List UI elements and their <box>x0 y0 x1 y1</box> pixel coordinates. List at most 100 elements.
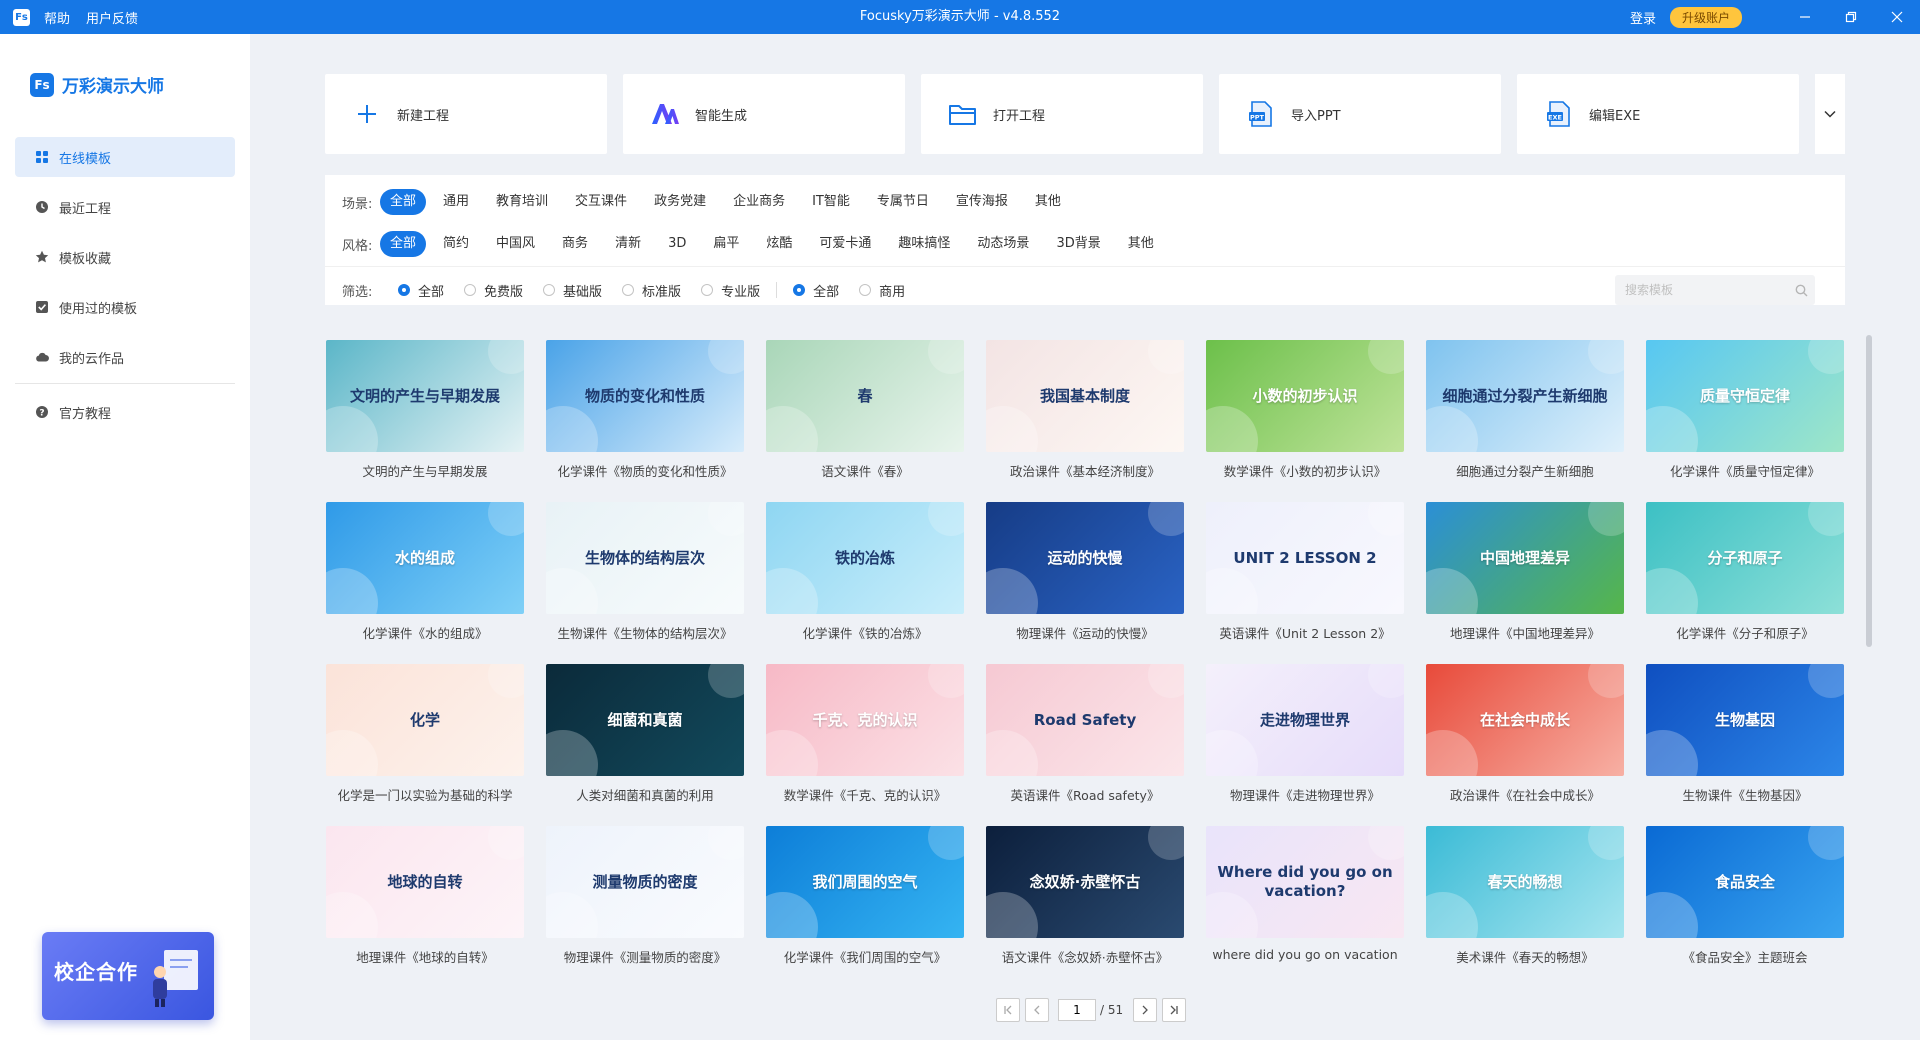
scene-chip-education[interactable]: 教育培训 <box>486 189 558 215</box>
scene-chip-it[interactable]: IT智能 <box>802 189 860 215</box>
version-radio-pro[interactable]: 专业版 <box>701 281 760 300</box>
template-thumbnail[interactable]: 物质的变化和性质 <box>546 340 744 452</box>
template-thumbnail[interactable]: 测量物质的密度 <box>546 826 744 938</box>
template-thumbnail[interactable]: 千克、克的认识 <box>766 664 964 776</box>
template-thumbnail[interactable]: 地球的自转 <box>326 826 524 938</box>
template-thumbnail[interactable]: 文明的产生与早期发展 <box>326 340 524 452</box>
sidebar-item-online-templates[interactable]: 在线模板 <box>15 137 235 177</box>
template-card[interactable]: 春天的畅想 美术课件《春天的畅想》 <box>1426 826 1624 988</box>
upgrade-button[interactable]: 升级账户 <box>1669 6 1742 28</box>
template-thumbnail[interactable]: 中国地理差异 <box>1426 502 1624 614</box>
template-thumbnail[interactable]: 春天的畅想 <box>1426 826 1624 938</box>
template-thumbnail[interactable]: 分子和原子 <box>1646 502 1844 614</box>
style-chip-funny[interactable]: 趣味搞怪 <box>888 231 960 257</box>
template-card[interactable]: 小数的初步认识 数学课件《小数的初步认识》 <box>1206 340 1404 502</box>
template-card[interactable]: 春语文课件《春》 <box>766 340 964 502</box>
scene-chip-general[interactable]: 通用 <box>433 189 479 215</box>
ai-generate-button[interactable]: 智能生成 <box>623 74 905 154</box>
sidebar-item-tutorials[interactable]: ? 官方教程 <box>15 392 235 432</box>
template-card[interactable]: 运动的快慢 物理课件《运动的快慢》 <box>986 502 1184 664</box>
template-card[interactable]: 我国基本制度 政治课件《基本经济制度》 <box>986 340 1184 502</box>
template-card[interactable]: 地球的自转 地理课件《地球的自转》 <box>326 826 524 988</box>
template-thumbnail[interactable]: 化学 <box>326 664 524 776</box>
template-thumbnail[interactable]: 细胞通过分裂产生新细胞 <box>1426 340 1624 452</box>
template-card[interactable]: 细菌和真菌 人类对细菌和真菌的利用 <box>546 664 744 826</box>
template-card[interactable]: 走进物理世界 物理课件《走进物理世界》 <box>1206 664 1404 826</box>
scene-chip-business[interactable]: 企业商务 <box>723 189 795 215</box>
version-radio-all[interactable]: 全部 <box>398 281 444 300</box>
scrollbar-thumb[interactable] <box>1866 335 1872 647</box>
edit-exe-button[interactable]: EXE 编辑EXE <box>1517 74 1799 154</box>
template-thumbnail[interactable]: 生物基因 <box>1646 664 1844 776</box>
usage-radio-all[interactable]: 全部 <box>793 281 839 300</box>
help-menu[interactable]: 帮助 <box>44 8 70 27</box>
sidebar-item-used-templates[interactable]: 使用过的模板 <box>15 287 235 327</box>
style-chip-3d-background[interactable]: 3D背景 <box>1046 231 1110 257</box>
template-thumbnail[interactable]: 水的组成 <box>326 502 524 614</box>
template-card[interactable]: UNIT 2 LESSON 2 英语课件《Unit 2 Lesson 2》 <box>1206 502 1404 664</box>
template-card[interactable]: 生物基因 生物课件《生物基因》 <box>1646 664 1844 826</box>
style-chip-fresh[interactable]: 清新 <box>605 231 651 257</box>
template-thumbnail[interactable]: 我们周围的空气 <box>766 826 964 938</box>
last-page-button[interactable] <box>1162 998 1187 1022</box>
open-project-button[interactable]: 打开工程 <box>921 74 1203 154</box>
template-thumbnail[interactable]: 念奴娇·赤壁怀古 <box>986 826 1184 938</box>
import-ppt-button[interactable]: PPT 导入PPT <box>1219 74 1501 154</box>
style-chip-business[interactable]: 商务 <box>552 231 598 257</box>
first-page-button[interactable] <box>996 998 1020 1022</box>
login-button[interactable]: 登录 <box>1630 8 1656 27</box>
template-thumbnail[interactable]: 在社会中成长 <box>1426 664 1624 776</box>
style-chip-chinese[interactable]: 中国风 <box>486 231 545 257</box>
template-thumbnail[interactable]: UNIT 2 LESSON 2 <box>1206 502 1404 614</box>
template-card[interactable]: 质量守恒定律 化学课件《质量守恒定律》 <box>1646 340 1844 502</box>
scene-chip-government[interactable]: 政务党建 <box>644 189 716 215</box>
template-card[interactable]: Road Safety 英语课件《Road safety》 <box>986 664 1184 826</box>
style-chip-simple[interactable]: 简约 <box>433 231 479 257</box>
template-thumbnail[interactable]: 生物体的结构层次 <box>546 502 744 614</box>
template-thumbnail[interactable]: 走进物理世界 <box>1206 664 1404 776</box>
template-card[interactable]: 生物体的结构层次 生物课件《生物体的结构层次》 <box>546 502 744 664</box>
new-project-button[interactable]: 新建工程 <box>325 74 607 154</box>
version-radio-standard[interactable]: 标准版 <box>622 281 681 300</box>
search-input[interactable] <box>1623 282 1787 298</box>
usage-radio-commercial[interactable]: 商用 <box>859 281 905 300</box>
style-chip-flat[interactable]: 扁平 <box>703 231 749 257</box>
restore-button[interactable] <box>1828 0 1874 34</box>
template-card[interactable]: 食品安全 《食品安全》主题班会 <box>1646 826 1844 988</box>
template-card[interactable]: 中国地理差异 地理课件《中国地理差异》 <box>1426 502 1624 664</box>
sidebar-item-cloud-works[interactable]: 我的云作品 <box>15 337 235 377</box>
sidebar-item-recent-projects[interactable]: 最近工程 <box>15 187 235 227</box>
template-thumbnail[interactable]: 细菌和真菌 <box>546 664 744 776</box>
template-card[interactable]: 分子和原子 化学课件《分子和原子》 <box>1646 502 1844 664</box>
template-card[interactable]: 铁的冶炼 化学课件《铁的冶炼》 <box>766 502 964 664</box>
template-card[interactable]: 水的组成 化学课件《水的组成》 <box>326 502 524 664</box>
style-chip-dynamic[interactable]: 动态场景 <box>967 231 1039 257</box>
school-enterprise-promo-banner[interactable]: 校企合作 <box>42 932 214 1020</box>
template-card[interactable]: 化学 化学是一门以实验为基础的科学 <box>326 664 524 826</box>
prev-page-button[interactable] <box>1025 998 1049 1022</box>
close-button[interactable] <box>1874 0 1920 34</box>
template-card[interactable]: 测量物质的密度 物理课件《测量物质的密度》 <box>546 826 744 988</box>
style-chip-cool[interactable]: 炫酷 <box>756 231 802 257</box>
template-card[interactable]: 在社会中成长 政治课件《在社会中成长》 <box>1426 664 1624 826</box>
template-card[interactable]: 千克、克的认识 数学课件《千克、克的认识》 <box>766 664 964 826</box>
template-card[interactable]: 细胞通过分裂产生新细胞 细胞通过分裂产生新细胞 <box>1426 340 1624 502</box>
minimize-button[interactable] <box>1782 0 1828 34</box>
template-thumbnail[interactable]: 春 <box>766 340 964 452</box>
template-card[interactable]: 文明的产生与早期发展 文明的产生与早期发展 <box>326 340 524 502</box>
version-radio-basic[interactable]: 基础版 <box>543 281 602 300</box>
next-page-button[interactable] <box>1133 998 1158 1022</box>
style-chip-3d[interactable]: 3D <box>658 231 696 257</box>
template-thumbnail[interactable]: Road Safety <box>986 664 1184 776</box>
scene-chip-interactive[interactable]: 交互课件 <box>565 189 637 215</box>
template-card[interactable]: Where did you go on vacation? where did y… <box>1206 826 1404 988</box>
template-thumbnail[interactable]: Where did you go on vacation? <box>1206 826 1404 938</box>
feedback-menu[interactable]: 用户反馈 <box>86 8 138 27</box>
template-thumbnail[interactable]: 铁的冶炼 <box>766 502 964 614</box>
style-chip-cartoon[interactable]: 可爱卡通 <box>809 231 881 257</box>
scene-chip-other[interactable]: 其他 <box>1025 189 1071 215</box>
template-thumbnail[interactable]: 食品安全 <box>1646 826 1844 938</box>
style-chip-all[interactable]: 全部 <box>380 231 427 257</box>
scene-chip-all[interactable]: 全部 <box>380 189 427 215</box>
template-thumbnail[interactable]: 小数的初步认识 <box>1206 340 1404 452</box>
